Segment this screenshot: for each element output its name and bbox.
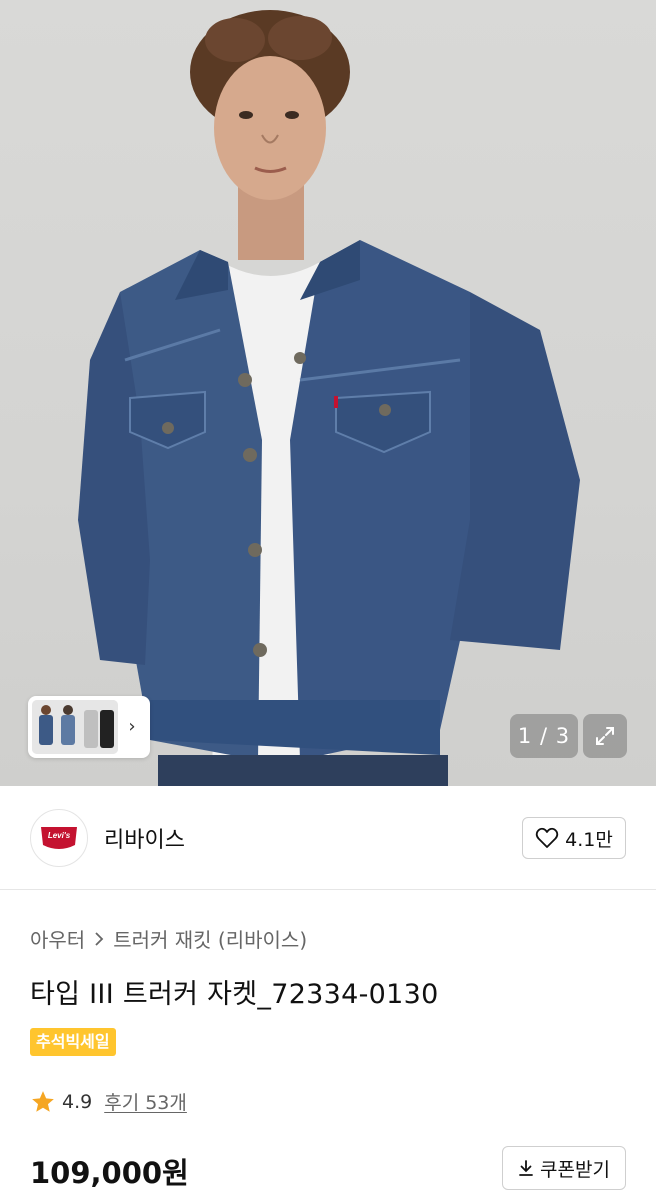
heart-outline-icon: [535, 827, 559, 848]
star-filled-icon: [32, 1090, 54, 1112]
like-button[interactable]: 4.1만: [522, 817, 626, 859]
rating-value: 4.9: [62, 1090, 93, 1113]
product-title: 타입 III 트러커 자켓_72334-0130: [30, 979, 439, 1010]
breadcrumb-item-category[interactable]: 아우터: [30, 924, 85, 953]
brand-name[interactable]: 리바이스: [104, 822, 185, 854]
levis-logo-icon: Levi's: [41, 827, 77, 849]
rating-row: 4.9 후기 53개: [30, 1088, 187, 1115]
chevron-right-icon[interactable]: ›: [118, 700, 146, 754]
breadcrumb-item-subcategory[interactable]: 트러커 재킷 (리바이스): [113, 924, 307, 953]
breadcrumb: 아우터 트러커 재킷 (리바이스): [30, 924, 307, 953]
image-counter: 1 / 3: [510, 714, 578, 758]
product-image-gallery[interactable]: › 1 / 3: [0, 0, 656, 786]
sale-badge: 추석빅세일: [30, 1028, 116, 1056]
brand-logo[interactable]: Levi's: [30, 809, 88, 867]
coupon-button[interactable]: 쿠폰받기: [502, 1146, 626, 1190]
review-link[interactable]: 후기 53개: [104, 1088, 187, 1115]
product-price: 109,000원: [30, 1156, 189, 1190]
brand-row: Levi's 리바이스 4.1만: [0, 786, 656, 890]
chevron-right-icon: [95, 931, 104, 946]
expand-icon[interactable]: [583, 714, 627, 758]
thumbnail-strip[interactable]: ›: [28, 696, 150, 758]
product-photo: [78, 10, 580, 786]
like-count: 4.1만: [565, 828, 613, 851]
svg-text:Levi's: Levi's: [48, 831, 71, 840]
coupon-label: 쿠폰받기: [540, 1158, 610, 1181]
download-icon: [519, 1160, 533, 1176]
thumbnail-image[interactable]: [32, 700, 118, 754]
